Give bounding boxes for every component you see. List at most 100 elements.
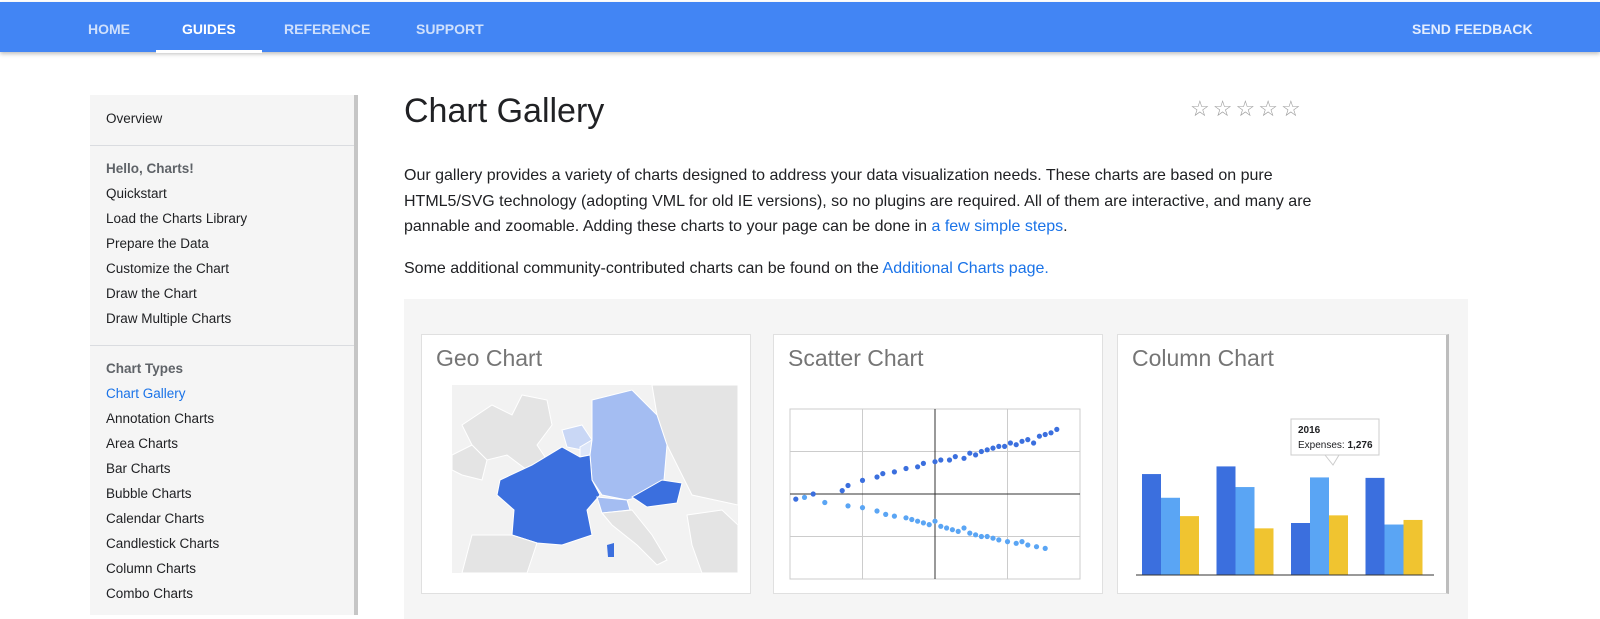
scatter-point-series-2 [955,528,961,534]
scatter-point-series-1 [952,454,958,460]
star-outline-icon[interactable]: ☆ [1258,96,1281,121]
few-simple-steps-link[interactable]: a few simple steps [932,218,1064,235]
tab-reference[interactable]: REFERENCE [284,2,370,52]
scatter-point-series-1 [973,452,979,458]
send-feedback-button[interactable]: SEND FEEDBACK [1412,2,1533,52]
scatter-point-series-2 [932,518,938,524]
geo-chart-card[interactable]: Geo Chart [421,334,751,594]
chart-gallery-grid: Geo Chart Scatter Chart Column Chart 201… [404,299,1468,619]
column-tooltip-year: 2016 [1298,425,1321,436]
scatter-point-series-1 [845,482,851,489]
star-outline-icon[interactable]: ☆ [1235,96,1258,121]
scatter-point-series-2 [891,513,897,519]
scatter-chart-plot [789,408,1081,580]
column-bar-series-3 [1180,516,1199,575]
column-bar-series-2 [1310,477,1329,575]
scatter-point-series-2 [822,499,828,506]
star-outline-icon[interactable]: ☆ [1190,96,1213,121]
column-chart-card[interactable]: Column Chart 2016 Expenses: 1,276 [1117,334,1449,594]
sidebar-item-bar-charts[interactable]: Bar Charts [106,461,171,476]
scatter-point-series-2 [903,515,909,521]
tab-guides[interactable]: GUIDES [156,2,262,53]
page-title: Chart Gallery [404,92,605,130]
tab-home[interactable]: HOME [88,2,130,52]
top-nav-bar: HOME GUIDES REFERENCE SUPPORT SEND FEEDB… [0,2,1600,53]
scatter-chart-card[interactable]: Scatter Chart [773,334,1103,594]
scatter-point-series-1 [903,465,909,472]
scatter-point-series-2 [961,525,967,531]
star-outline-icon[interactable]: ☆ [1281,96,1304,121]
column-bar-series-3 [1329,515,1348,575]
rating-stars[interactable]: ☆☆☆☆☆ [1190,96,1304,122]
scatter-point-series-1 [920,460,926,466]
scatter-point-series-1 [1013,442,1019,448]
intro-text: Our gallery provides a variety of charts… [404,167,1312,235]
scatter-point-series-2 [859,505,866,511]
tab-support[interactable]: SUPPORT [416,2,484,52]
intro-end: . [1063,218,1068,235]
sidebar-item-annotation-charts[interactable]: Annotation Charts [106,411,214,426]
scatter-chart-title: Scatter Chart [788,345,924,371]
sidebar-scrollbar[interactable] [354,95,358,285]
sidebar-item-load-library[interactable]: Load the Charts Library [106,211,247,226]
scatter-point-series-1 [1002,443,1008,449]
sidebar-item-prepare-data[interactable]: Prepare the Data [106,236,209,251]
scatter-point-series-1 [967,450,973,456]
column-bar-series-2 [1384,524,1404,575]
scatter-point-series-1 [1019,438,1025,444]
community-text: Some additional community-contributed ch… [404,260,883,277]
scatter-point-series-1 [1042,431,1048,438]
sidebar-item-quickstart[interactable]: Quickstart [106,186,167,201]
scatter-point-series-1 [978,448,984,455]
sidebar-item-combo-charts[interactable]: Combo Charts [106,586,193,601]
scatter-point-series-1 [880,471,886,477]
scatter-point-series-1 [793,496,799,502]
sidebar-item-chart-gallery[interactable]: Chart Gallery [106,386,186,401]
column-chart-plot: 2016 Expenses: 1,276 [1136,418,1434,576]
intro-paragraph: Our gallery provides a variety of charts… [404,163,1324,240]
geo-chart-map [452,385,738,573]
column-bar-series-2 [1161,497,1180,575]
column-bar-series-2 [1235,487,1255,575]
column-bar-series-3 [1403,519,1423,575]
sidebar-item-calendar-charts[interactable]: Calendar Charts [106,511,204,526]
scatter-point-series-2 [801,494,808,500]
sidebar-item-column-charts[interactable]: Column Charts [106,561,196,576]
scatter-point-series-1 [938,457,944,463]
scatter-point-series-2 [845,503,851,509]
additional-charts-link[interactable]: Additional Charts page. [883,260,1049,277]
scatter-point-series-2 [1033,544,1040,550]
scatter-point-series-1 [1031,440,1037,446]
scatter-point-series-2 [990,535,996,541]
scatter-point-series-2 [1025,542,1031,548]
scatter-point-series-2 [984,533,990,540]
scatter-point-series-2 [944,525,950,531]
sidebar-item-bubble-charts[interactable]: Bubble Charts [106,486,192,501]
scatter-point-series-2 [920,520,926,526]
scatter-point-series-1 [1048,430,1054,436]
sidebar-section-chart-types: Chart Types [106,361,184,376]
star-outline-icon[interactable]: ☆ [1213,96,1236,121]
sidebar-item-draw-chart[interactable]: Draw the Chart [106,286,197,301]
column-bar-series-3 [1254,528,1274,575]
column-chart-title: Column Chart [1132,345,1274,371]
sidebar-divider [90,345,354,346]
sidebar-item-draw-multiple[interactable]: Draw Multiple Charts [106,311,231,326]
scatter-point-series-1 [891,469,897,475]
scatter-point-series-2 [909,516,915,523]
scatter-point-series-1 [1025,437,1031,443]
scatter-point-series-1 [990,445,996,451]
scatter-point-series-1 [874,474,880,480]
community-paragraph: Some additional community-contributed ch… [404,256,1324,282]
sidebar-item-area-charts[interactable]: Area Charts [106,436,178,451]
column-tooltip-value: Expenses: 1,276 [1298,440,1373,451]
scatter-point-series-1 [839,488,845,494]
scatter-point-series-1 [859,477,866,483]
scatter-point-series-2 [926,522,932,528]
sidebar-item-overview[interactable]: Overview [106,111,162,126]
scatter-point-series-2 [883,511,889,517]
scatter-point-series-1 [1036,433,1042,439]
scatter-point-series-2 [1013,540,1019,546]
sidebar-item-candlestick-charts[interactable]: Candlestick Charts [106,536,219,551]
sidebar-item-customize-chart[interactable]: Customize the Chart [106,261,229,276]
